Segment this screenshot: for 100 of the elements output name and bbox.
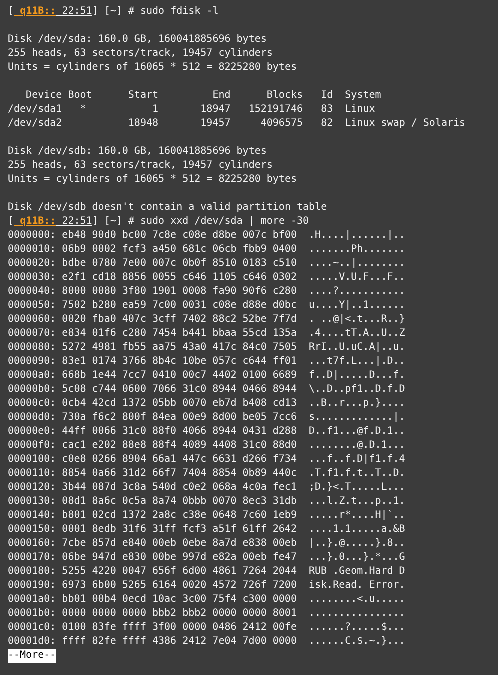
- ascii-text: ...t7f.L...|.D..: [308, 355, 406, 369]
- ascii-text: \..D..pf1..D.f.D: [308, 383, 406, 397]
- command-line: ] [~] # sudo fdisk -l: [92, 5, 219, 19]
- hex-bytes: cac1 e202 88e8 88f4 4089 4408 31c0 88d0: [62, 439, 297, 453]
- hex-offset: 0000040:: [8, 285, 56, 299]
- ascii-text: u....Y|..1......: [308, 299, 406, 313]
- output-line: Units = cylinders of 16065 * 512 = 8225280 bytes: [8, 173, 298, 187]
- prompt-host: q11B::: [19, 215, 56, 229]
- hex-bytes: 5c08 c744 0600 7066 31c0 8944 0466 8944: [62, 383, 297, 397]
- hex-bytes: 0020 fba0 407c 3cff 7402 88c2 52be 7f7d: [62, 313, 297, 327]
- ascii-text: D..f1...@f.D.1..: [308, 425, 406, 439]
- ascii-text: .....r*....H|`..: [308, 509, 406, 523]
- output-line: Disk /dev/sdb: 160.0 GB, 160041885696 bytes: [8, 145, 268, 159]
- hex-offset: 0000050:: [8, 299, 56, 313]
- hex-offset: 0000180:: [8, 565, 56, 579]
- output-line: 255 heads, 63 sectors/track, 19457 cylinders: [8, 159, 274, 173]
- hex-bytes: 7cbe 857d e840 00eb 0ebe 8a7d e838 00eb: [62, 537, 297, 551]
- hex-bytes: b801 02cd 1372 2a8c c38e 0648 7c60 1eb9: [62, 509, 297, 523]
- hex-offset: 0000080:: [8, 341, 56, 355]
- ascii-text: ....1.1.....a.&B: [308, 523, 406, 537]
- hex-offset: 0000010:: [8, 243, 56, 257]
- hex-bytes: 0100 83fe ffff 3f00 0000 0486 2412 00fe: [62, 621, 297, 635]
- prompt-time: 22:51: [61, 5, 92, 19]
- hex-offset: 0000160:: [8, 537, 56, 551]
- hex-bytes: 8854 0a66 31d2 66f7 7404 8854 0b89 440c: [62, 467, 297, 481]
- ascii-text: s.............|.: [308, 411, 406, 425]
- hex-offset: 00000c0:: [8, 397, 56, 411]
- ascii-text: .......Ph.......: [308, 243, 406, 257]
- hex-offset: 0000030:: [8, 271, 56, 285]
- hex-offset: 0000130:: [8, 495, 56, 509]
- hex-bytes: 0cb4 42cd 1372 05bb 0070 eb7d b408 cd13: [62, 397, 297, 411]
- ascii-text: |..}.@.....}.8..: [308, 537, 406, 551]
- hex-bytes: bb01 00b4 0ecd 10ac 3c00 75f4 c300 0000: [62, 593, 297, 607]
- hex-bytes: e834 01f6 c280 7454 b441 bbaa 55cd 135a: [62, 327, 297, 341]
- output-line: Units = cylinders of 16065 * 512 = 8225280 bytes: [8, 61, 298, 75]
- hex-offset: 0000090:: [8, 355, 56, 369]
- output-line: Device Boot Start End Blocks Id System: [25, 89, 382, 103]
- prompt-host: q11B::: [19, 5, 56, 19]
- hex-offset: 00001c0:: [8, 621, 56, 635]
- hex-bytes: ffff 82fe ffff 4386 2412 7e04 7d00 0000: [62, 635, 297, 649]
- ascii-text: ...l.Z.t...p..1.: [308, 495, 406, 509]
- hex-offset: 0000060:: [8, 313, 56, 327]
- ascii-text: ........<.u.....: [308, 593, 406, 607]
- hex-offset: 00000e0:: [8, 425, 56, 439]
- hex-bytes: 7502 b280 ea59 7c00 0031 c08e d88e d0bc: [62, 299, 297, 313]
- prompt-time: 22:51: [61, 215, 92, 229]
- hex-offset: 00000d0:: [8, 411, 56, 425]
- ascii-text: ........@.D.1...: [308, 439, 406, 453]
- hex-offset: 00001b0:: [8, 607, 56, 621]
- hex-bytes: 730a f6c2 800f 84ea 00e9 8d00 be05 7cc6: [62, 411, 297, 425]
- hex-bytes: 44ff 0066 31c0 88f0 4066 8944 0431 d288: [62, 425, 297, 439]
- hex-offset: 00000f0:: [8, 439, 56, 453]
- hex-bytes: 668b 1e44 7cc7 0410 00c7 4402 0100 6689: [62, 369, 297, 383]
- ascii-text: f..D|.....D...f.: [308, 369, 406, 383]
- hex-bytes: bdbe 0780 7e00 007c 0b0f 8510 0183 c510: [62, 257, 297, 271]
- ascii-text: ;D.}<.T.....L...: [308, 481, 406, 495]
- hex-bytes: 0000 0000 0000 bbb2 bbb2 0000 0000 8001: [62, 607, 297, 621]
- hex-offset: 0000100:: [8, 453, 56, 467]
- hex-bytes: 83e1 0174 3766 8b4c 10be 057c c644 ff01: [62, 355, 297, 369]
- output-line: /dev/sda1 * 1 18947 152191746 83 Linux: [8, 103, 376, 117]
- hex-bytes: c0e8 0266 8904 66a1 447c 6631 d266 f734: [62, 453, 297, 467]
- hex-bytes: 5255 4220 0047 656f 6d00 4861 7264 2044: [62, 565, 297, 579]
- ascii-text: ...f..f.D|f1.f.4: [308, 453, 406, 467]
- ascii-text: .4....tT.A..U..Z: [308, 327, 406, 341]
- ascii-text: .....V.U.F...F..: [308, 271, 406, 285]
- command-line: ] [~] # sudo xxd /dev/sda | more -30: [92, 215, 310, 229]
- hex-offset: 0000190:: [8, 579, 56, 593]
- hex-bytes: 5272 4981 fb55 aa75 43a0 417c 84c0 7505: [62, 341, 297, 355]
- hex-bytes: eb48 90d0 bc00 7c8e c08e d8be 007c bf00: [62, 229, 297, 243]
- ascii-text: RrI..U.uC.A|..u.: [308, 341, 406, 355]
- output-line: 255 heads, 63 sectors/track, 19457 cylinders: [8, 47, 274, 61]
- hex-offset: 0000120:: [8, 481, 56, 495]
- prompt-bracket: [: [8, 215, 14, 229]
- ascii-text: . ..@|<.t...R..}: [308, 313, 406, 327]
- hex-offset: 0000000:: [8, 229, 56, 243]
- hex-offset: 0000110:: [8, 467, 56, 481]
- hex-bytes: 8000 0080 3f80 1901 0008 fa90 90f6 c280: [62, 285, 297, 299]
- hex-bytes: 6973 6b00 5265 6164 0020 4572 726f 7200: [62, 579, 297, 593]
- hex-offset: 00001a0:: [8, 593, 56, 607]
- ascii-text: ......?.....$...: [308, 621, 406, 635]
- ascii-text: ................: [308, 607, 406, 621]
- hex-offset: 00000a0:: [8, 369, 56, 383]
- hex-offset: 0000150:: [8, 523, 56, 537]
- ascii-text: .T.f1.f.t..T..D.: [308, 467, 406, 481]
- hex-offset: 0000070:: [8, 327, 56, 341]
- hex-offset: 0000140:: [8, 509, 56, 523]
- ascii-text: ....~..|........: [308, 257, 406, 271]
- hex-offset: 0000020:: [8, 257, 56, 271]
- ascii-text: RUB .Geom.Hard D: [308, 565, 406, 579]
- hex-offset: 00001d0:: [8, 635, 56, 649]
- ascii-text: ....?...........: [308, 285, 406, 299]
- hex-bytes: 06b9 0002 fcf3 a450 681c 06cb fbb9 0400: [62, 243, 297, 257]
- pager-prompt: --More--: [8, 649, 56, 663]
- hex-bytes: 3b44 087d 3c8a 540d c0e2 068a 4c0a fec1: [62, 481, 297, 495]
- output-line: /dev/sda2 18948 19457 4096575 82 Linux swap / Solaris: [8, 117, 467, 131]
- output-line: Disk /dev/sdb doesn't contain a valid partition table: [8, 201, 328, 215]
- ascii-text: ..B..r...p.}....: [308, 397, 406, 411]
- output-line: Disk /dev/sda: 160.0 GB, 160041885696 bytes: [8, 33, 268, 47]
- ascii-text: .H....|......|..: [308, 229, 406, 243]
- hex-offset: 0000170:: [8, 551, 56, 565]
